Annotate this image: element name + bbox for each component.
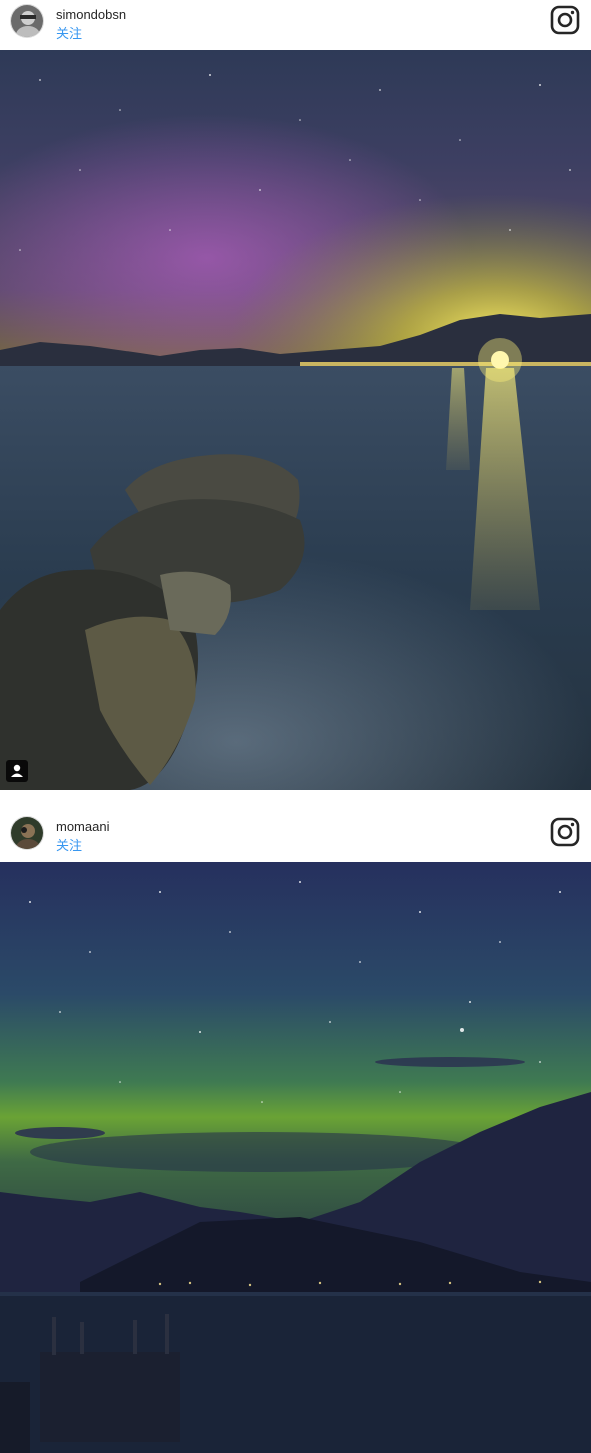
username[interactable]: simondobsn [56,7,126,22]
post-photo[interactable] [0,50,591,790]
post-header: momaani 关注 [0,812,591,862]
avatar[interactable] [10,4,44,38]
post-header: simondobsn 关注 [0,0,591,50]
post-card-2: momaani 关注 [0,812,591,1453]
follow-link[interactable]: 关注 [56,23,82,42]
instagram-icon[interactable] [549,816,581,848]
username[interactable]: momaani [56,819,109,834]
green-aurora-photo [0,862,591,1453]
instagram-icon[interactable] [549,4,581,36]
post-card-1: simondobsn 关注 [0,0,591,790]
post-photo[interactable] [0,862,591,1453]
user-tag-icon[interactable] [6,760,28,782]
avatar[interactable] [10,816,44,850]
follow-link[interactable]: 关注 [56,835,82,854]
aurora-lake-photo [0,50,591,790]
